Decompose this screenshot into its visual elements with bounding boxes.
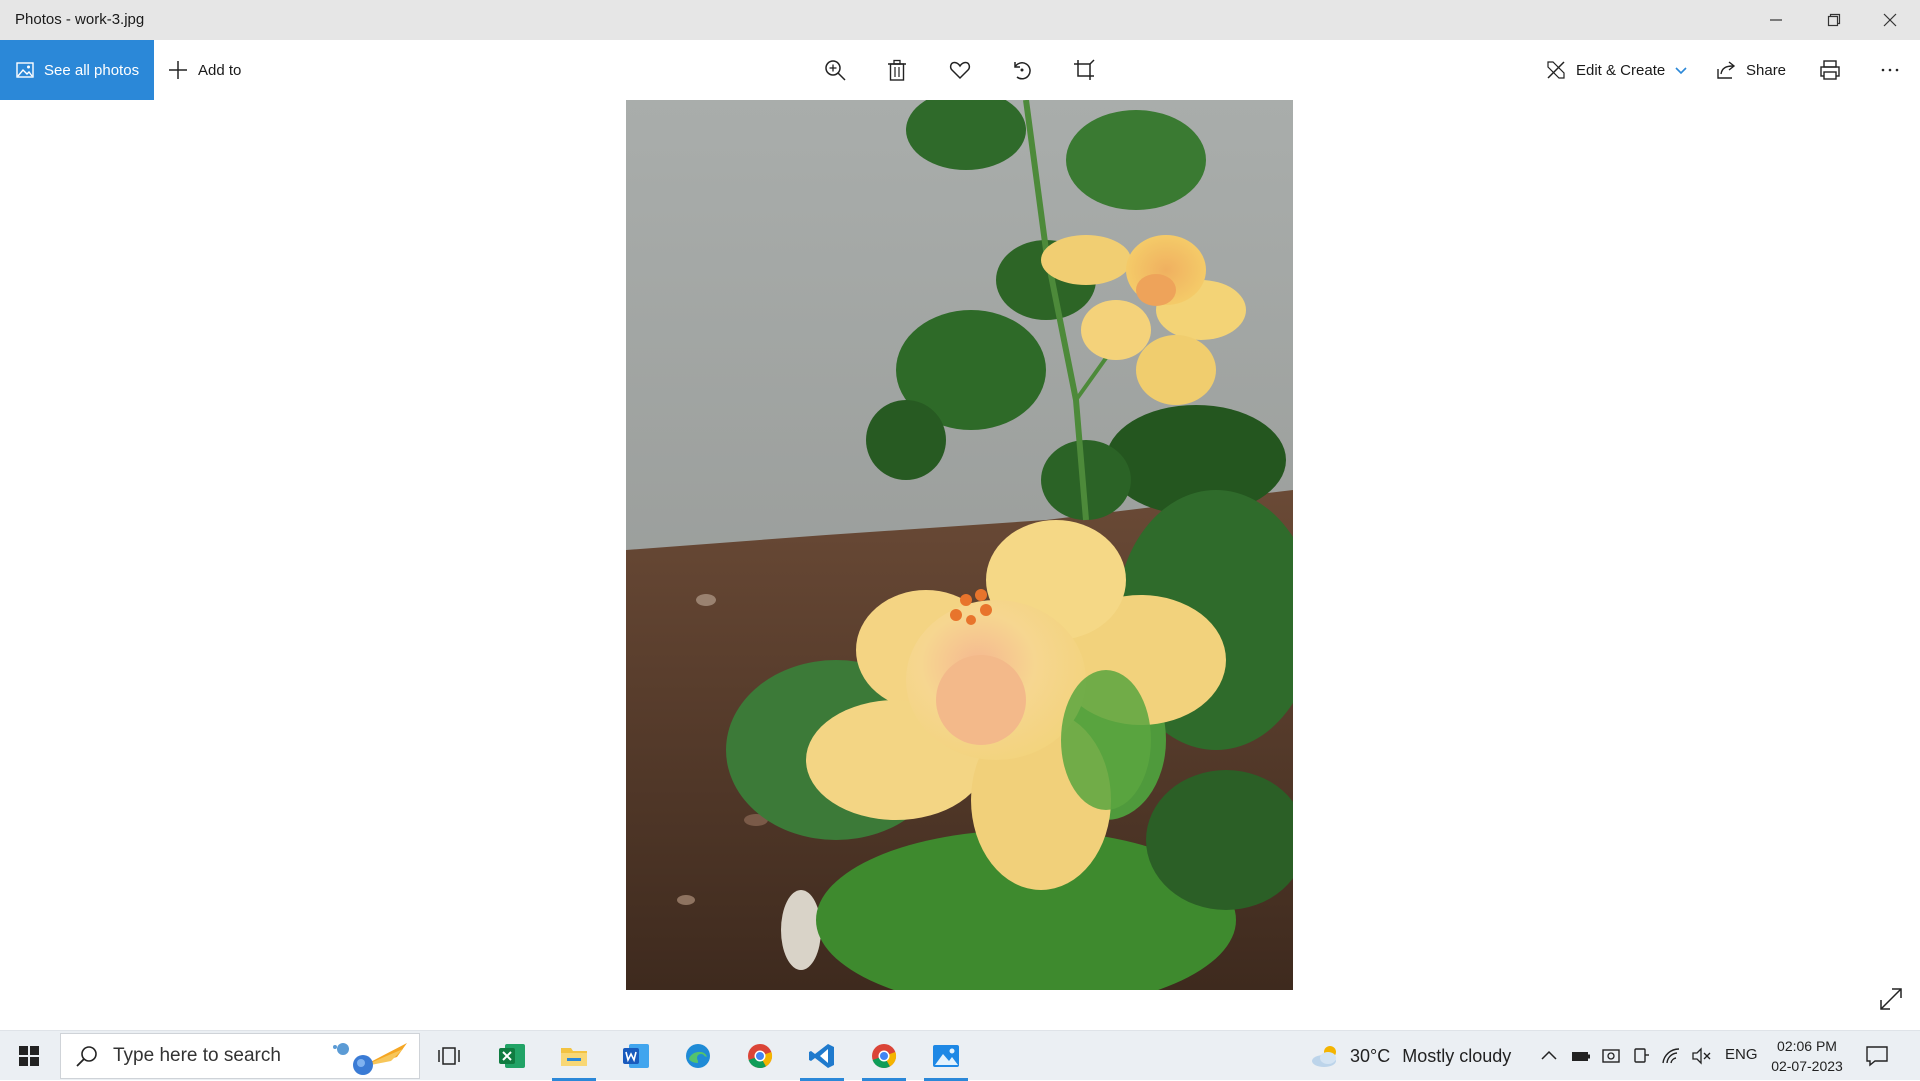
notification-center-icon[interactable]: [1864, 1043, 1890, 1069]
taskbar-app-excel[interactable]: [484, 1031, 540, 1081]
plus-icon: [169, 61, 187, 79]
volume-tray[interactable]: [1690, 1045, 1712, 1067]
photo-gallery-icon: [16, 62, 34, 78]
search-icon: [76, 1046, 97, 1067]
chrome-icon: [872, 1044, 897, 1069]
photos-icon: [933, 1045, 959, 1067]
network-tray[interactable]: [1660, 1045, 1682, 1067]
edit-create-button[interactable]: Edit & Create: [1546, 40, 1687, 100]
clock-time: 02:06 PM: [1777, 1038, 1837, 1054]
edge-icon: [686, 1044, 710, 1068]
weather-widget[interactable]: 30°C Mostly cloudy: [1310, 1031, 1511, 1081]
add-to-button[interactable]: Add to: [168, 40, 241, 100]
share-button[interactable]: Share: [1716, 40, 1786, 100]
meet-now-tray[interactable]: [1600, 1045, 1622, 1067]
battery-tray[interactable]: [1570, 1045, 1592, 1067]
more-options-icon: [1881, 68, 1899, 72]
favorite-heart-icon: [949, 61, 971, 80]
add-to-label: Add to: [198, 61, 242, 79]
minimize-button[interactable]: [1748, 0, 1804, 40]
show-hidden-icons-button[interactable]: [1538, 1045, 1560, 1067]
word-icon: [623, 1044, 649, 1068]
print-button[interactable]: [1818, 58, 1842, 82]
task-view-button[interactable]: [422, 1031, 478, 1081]
delete-icon: [888, 59, 906, 81]
taskbar-app-vscode[interactable]: [794, 1031, 850, 1081]
device-icon: [1634, 1048, 1649, 1063]
weather-temperature: 30°C: [1350, 1045, 1391, 1066]
excel-icon: [499, 1044, 525, 1068]
fullscreen-button[interactable]: [1878, 986, 1904, 1012]
restore-button[interactable]: [1806, 0, 1862, 40]
toolbar: See all photos Add to Edit & Create Shar…: [0, 40, 1920, 100]
meet-now-icon: [1602, 1049, 1620, 1063]
input-language[interactable]: ENG: [1725, 1046, 1758, 1063]
chevron-up-icon: [1541, 1050, 1557, 1060]
title-bar: Photos - work-3.jpg: [0, 0, 1920, 40]
delete-button[interactable]: [885, 58, 909, 82]
close-button[interactable]: [1862, 0, 1918, 40]
taskbar-app-edge[interactable]: [670, 1031, 726, 1081]
crop-icon: [1074, 59, 1095, 80]
more-options-button[interactable]: [1878, 58, 1902, 82]
search-placeholder: Type here to search: [113, 1045, 281, 1066]
expand-icon: [1880, 988, 1902, 1010]
taskbar-app-file-explorer[interactable]: [546, 1031, 602, 1081]
volume-muted-icon: [1692, 1047, 1711, 1065]
cloudy-weather-icon: [1312, 1046, 1336, 1067]
photo-viewer-image[interactable]: [626, 100, 1293, 990]
clock-date: 02-07-2023: [1771, 1058, 1843, 1074]
share-icon: [1717, 61, 1736, 79]
edit-create-label: Edit & Create: [1576, 61, 1666, 79]
clock[interactable]: 02:06 PM 02-07-2023: [1762, 1036, 1852, 1076]
file-explorer-icon: [561, 1048, 587, 1066]
print-icon: [1820, 60, 1840, 80]
search-highlight-comet-icon: [333, 1043, 407, 1075]
chrome-icon: [748, 1044, 773, 1069]
taskbar-app-photos[interactable]: [918, 1031, 974, 1081]
weather-condition: Mostly cloudy: [1402, 1045, 1512, 1066]
zoom-in-icon: [825, 60, 846, 81]
vscode-icon: [809, 1044, 834, 1068]
restore-icon: [1827, 13, 1841, 27]
see-all-photos-button[interactable]: See all photos: [0, 40, 154, 100]
edit-create-icon: [1547, 61, 1565, 79]
wifi-icon: [1662, 1048, 1680, 1064]
share-label: Share: [1746, 61, 1787, 79]
battery-icon: [1572, 1052, 1590, 1061]
favorite-button[interactable]: [948, 58, 972, 82]
taskbar-app-word[interactable]: [608, 1031, 664, 1081]
windows-logo-icon: [19, 1046, 39, 1066]
chevron-down-icon: [1675, 67, 1687, 75]
taskbar-app-chrome[interactable]: [732, 1031, 788, 1081]
hibiscus-photo: [626, 100, 1293, 990]
window-title: Photos - work-3.jpg: [15, 11, 145, 28]
taskbar-search-box[interactable]: Type here to search: [60, 1033, 420, 1079]
taskbar: Type here to search 30°C Mostly cloudy E…: [0, 1030, 1920, 1081]
taskbar-app-chrome-2[interactable]: [856, 1031, 912, 1081]
see-all-photos-label: See all photos: [44, 61, 140, 79]
crop-button[interactable]: [1072, 58, 1096, 82]
start-button[interactable]: [0, 1031, 58, 1081]
task-view-icon: [438, 1047, 460, 1065]
rotate-button[interactable]: [1010, 58, 1034, 82]
camera-tray[interactable]: [1630, 1045, 1652, 1067]
minimize-icon: [1770, 19, 1782, 21]
rotate-icon: [1014, 62, 1031, 80]
close-icon: [1883, 13, 1897, 27]
zoom-button[interactable]: [823, 58, 847, 82]
